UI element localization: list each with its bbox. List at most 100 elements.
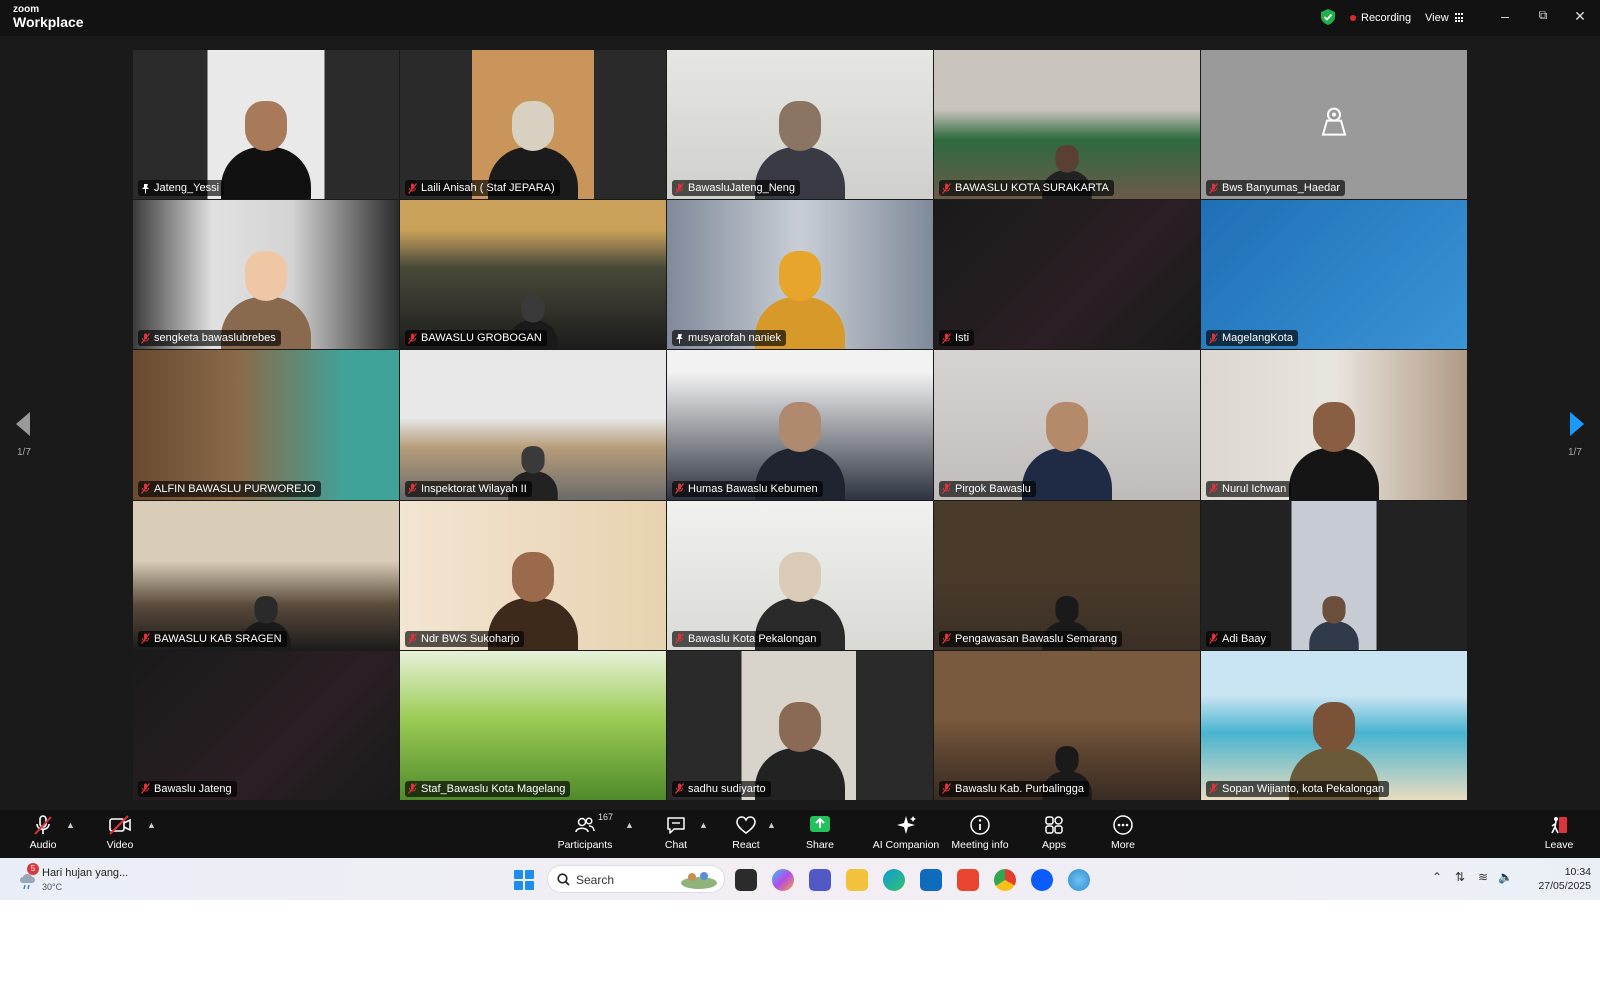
wifi-icon[interactable]: ≋ xyxy=(1478,870,1488,884)
weather-temperature: 30°C xyxy=(42,882,63,892)
participant-tile[interactable]: Sopan Wijianto, kota Pekalongan xyxy=(1201,650,1467,800)
participant-name: Bawaslu Jateng xyxy=(154,782,232,795)
share-button[interactable]: Share xyxy=(785,814,855,851)
outlook-icon[interactable] xyxy=(920,869,942,891)
participant-name: Sopan Wijianto, kota Pekalongan xyxy=(1222,782,1385,795)
muted-mic-icon xyxy=(141,333,150,344)
network-activity-icon[interactable]: ⇅ xyxy=(1455,870,1465,884)
apps-button[interactable]: Apps xyxy=(1019,814,1089,851)
muted-mic-icon xyxy=(942,182,951,194)
ai-companion-button[interactable]: AI Companion xyxy=(865,814,947,851)
recording-indicator[interactable]: Recording xyxy=(1350,8,1411,28)
participant-name-tag: sengketa bawaslubrebes xyxy=(138,330,281,347)
pin-icon xyxy=(142,183,149,194)
system-clock[interactable]: 10:34 27/05/2025 xyxy=(1531,865,1591,893)
video-options-chevron-icon[interactable]: ▲ xyxy=(147,820,156,830)
participant-name-tag: Isti xyxy=(939,330,975,347)
participant-tile[interactable]: Ndr BWS Sukoharjo xyxy=(400,500,666,650)
close-icon[interactable]: ✕ xyxy=(1570,8,1590,25)
sparkle-icon xyxy=(897,816,916,834)
muted-mic-icon xyxy=(1209,633,1218,645)
apps-icon xyxy=(1045,816,1063,834)
participant-tile[interactable]: Bws Banyumas_Haedar xyxy=(1201,50,1467,200)
participant-name: Adi Baay xyxy=(1222,632,1267,645)
participant-tile[interactable]: Humas Bawaslu Kebumen xyxy=(667,350,933,500)
participant-tile[interactable]: BAWASLU KOTA SURAKARTA xyxy=(934,50,1200,200)
participant-tile[interactable]: BAWASLU GROBOGAN xyxy=(400,200,666,350)
muted-mic-icon xyxy=(141,633,150,645)
audio-options-chevron-icon[interactable]: ▲ xyxy=(66,820,75,830)
meeting-controls: Audio ▲ Video ▲ Participants ▲ Chat ▲ Re… xyxy=(0,810,1600,858)
chat-options-chevron-icon[interactable]: ▲ xyxy=(699,820,708,830)
heart-icon xyxy=(736,816,756,834)
participant-tile[interactable]: musyarofah naniek xyxy=(667,200,933,350)
recording-label: Recording xyxy=(1361,12,1412,24)
participant-tile[interactable]: Pirgok Bawaslu xyxy=(934,350,1200,500)
participant-tile[interactable]: ALFIN BAWASLU PURWOREJO xyxy=(133,350,399,500)
participant-tile[interactable]: Pengawasan Bawaslu Semarang xyxy=(934,500,1200,650)
show-hidden-icons-chevron-icon[interactable]: ⌃ xyxy=(1432,870,1442,884)
more-button[interactable]: More xyxy=(1088,814,1158,851)
copilot-icon[interactable] xyxy=(772,869,794,891)
participant-name-tag: Humas Bawaslu Kebumen xyxy=(672,480,823,497)
zoom-app-icon[interactable] xyxy=(1031,869,1053,891)
participant-tile[interactable]: sengketa bawaslubrebes xyxy=(133,200,399,350)
muted-mic-icon xyxy=(942,633,951,645)
minimize-icon[interactable]: – xyxy=(1495,8,1515,24)
taskbar-search-box[interactable]: Search xyxy=(547,865,725,893)
participant-tile[interactable]: Jateng_Yessi xyxy=(133,50,399,200)
previous-page-icon[interactable] xyxy=(16,412,32,436)
participant-tile[interactable]: Nurul Ichwan xyxy=(1201,350,1467,500)
weather-widget[interactable]: 5 Hari hujan yang... 30°C xyxy=(18,863,158,895)
chrome-icon[interactable] xyxy=(994,869,1016,891)
participant-name: Ndr BWS Sukoharjo xyxy=(421,632,520,645)
leave-button[interactable]: Leave xyxy=(1524,814,1594,851)
volume-icon[interactable]: 🔈 xyxy=(1498,870,1513,884)
participant-name: Nurul Ichwan xyxy=(1222,482,1287,495)
muted-mic-icon xyxy=(408,483,417,494)
participant-tile[interactable]: Bawaslu Jateng xyxy=(133,650,399,800)
apps-label: Apps xyxy=(1042,839,1066,851)
title-bar: zoom Workplace Recording View – ⧉ ✕ xyxy=(0,0,1600,36)
participant-name: Humas Bawaslu Kebumen xyxy=(688,482,818,495)
encryption-shield-icon[interactable] xyxy=(1321,9,1335,25)
restore-icon[interactable]: ⧉ xyxy=(1533,8,1553,23)
participant-tile[interactable]: Isti xyxy=(934,200,1200,350)
participant-tile[interactable]: Laili Anisah ( Staf JEPARA) xyxy=(400,50,666,200)
participant-tile[interactable]: Adi Baay xyxy=(1201,500,1467,650)
file-explorer-icon[interactable] xyxy=(846,869,868,891)
participant-tile[interactable]: sadhu sudiyarto xyxy=(667,650,933,800)
participant-tile[interactable]: MagelangKota xyxy=(1201,200,1467,350)
view-label: View xyxy=(1425,12,1449,24)
participant-tile[interactable]: Bawaslu Kab. Purbalingga xyxy=(934,650,1200,800)
video-button[interactable]: Video xyxy=(85,814,155,851)
chat-label: Chat xyxy=(664,839,688,851)
globe-app-icon[interactable] xyxy=(1068,869,1090,891)
meeting-info-button[interactable]: Meeting info xyxy=(945,814,1015,851)
wps-office-icon[interactable] xyxy=(957,869,979,891)
video-gallery: Jateng_Yessi Laili Anisah ( Staf JEPARA) B… xyxy=(133,50,1467,800)
next-page-icon[interactable] xyxy=(1568,412,1584,436)
participant-name: Laili Anisah ( Staf JEPARA) xyxy=(421,182,555,195)
muted-mic-icon xyxy=(408,182,417,194)
participant-tile[interactable]: Staf_Bawaslu Kota Magelang xyxy=(400,650,666,800)
muted-mic-icon xyxy=(1209,783,1218,795)
participant-tile[interactable]: BAWASLU KAB SRAGEN xyxy=(133,500,399,650)
more-icon xyxy=(1113,815,1133,835)
more-label: More xyxy=(1111,839,1135,851)
participant-tile[interactable]: Bawaslu Kota Pekalongan xyxy=(667,500,933,650)
participant-name-tag: Nurul Ichwan xyxy=(1206,480,1292,497)
muted-mic-icon xyxy=(408,783,417,795)
participant-tile[interactable]: Inspektorat Wilayah II xyxy=(400,350,666,500)
view-button[interactable]: View xyxy=(1425,8,1465,28)
participant-name: Inspektorat Wilayah II xyxy=(421,482,527,495)
participants-options-chevron-icon[interactable]: ▲ xyxy=(625,820,634,830)
windows-start-icon[interactable] xyxy=(514,870,534,890)
react-options-chevron-icon[interactable]: ▲ xyxy=(767,820,776,830)
teams-icon[interactable] xyxy=(809,869,831,891)
edge-icon[interactable] xyxy=(883,869,905,891)
task-view-icon[interactable] xyxy=(735,869,757,891)
muted-mic-icon xyxy=(1209,182,1218,194)
participant-tile[interactable]: BawasluJateng_Neng xyxy=(667,50,933,200)
muted-mic-icon xyxy=(1209,333,1218,344)
